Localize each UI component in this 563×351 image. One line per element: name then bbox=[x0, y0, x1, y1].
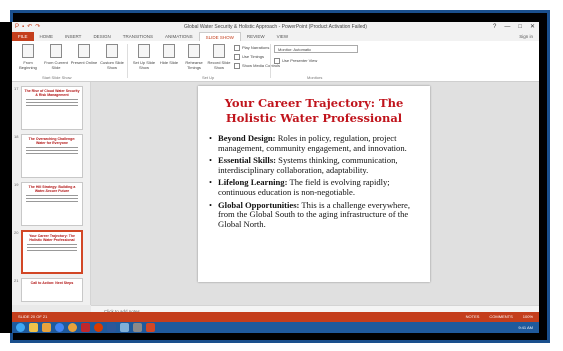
tab-file[interactable]: FILE bbox=[12, 32, 34, 41]
slide-thumbnail-pane: 17 The Rise of Cloud Water Security & Ri… bbox=[12, 82, 91, 305]
tab-animations[interactable]: ANIMATIONS bbox=[159, 32, 199, 41]
taskbar-icons bbox=[12, 322, 155, 332]
custom-show-icon bbox=[106, 44, 118, 58]
tab-review[interactable]: REVIEW bbox=[241, 32, 271, 41]
group-start-slide-show: Start Slide Show bbox=[42, 75, 72, 80]
app-icon[interactable] bbox=[94, 323, 103, 332]
slide-editing-area: Your Career Trajectory: The Holistic Wat… bbox=[91, 82, 539, 305]
word-icon[interactable] bbox=[107, 323, 116, 332]
present-online-button[interactable]: Present Online bbox=[70, 44, 98, 65]
tab-slide-show[interactable]: SLIDE SHOW bbox=[198, 32, 241, 41]
zoom-level[interactable]: 100% bbox=[523, 312, 533, 322]
slide-thumbnail[interactable]: The Hill Strategy: Building a Water-Secu… bbox=[21, 182, 83, 226]
title-bar: P ▪ ↶ ↷ Global Water Security & Holistic… bbox=[12, 22, 539, 32]
tab-view[interactable]: VIEW bbox=[271, 32, 295, 41]
tab-home[interactable]: HOME bbox=[34, 32, 60, 41]
bullet-item: Beyond Design: Roles in policy, regulati… bbox=[206, 133, 424, 153]
slide-thumbnail[interactable]: The Rise of Cloud Water Security & Risk … bbox=[21, 86, 83, 130]
powerpoint-taskbar-icon[interactable] bbox=[146, 323, 155, 332]
powerpoint-window: P ▪ ↶ ↷ Global Water Security & Holistic… bbox=[12, 22, 539, 322]
bullet-item: Global Opportunities: This is a challeng… bbox=[206, 200, 424, 230]
thumbnail-row[interactable]: 17 The Rise of Cloud Water Security & Ri… bbox=[14, 86, 88, 132]
timer-icon bbox=[188, 44, 200, 58]
status-bar: SLIDE 20 OF 21 NOTES COMMENTS 100% bbox=[12, 312, 539, 322]
bullet-item: Essential Skills: Systems thinking, comm… bbox=[206, 155, 424, 175]
sign-in-link[interactable]: Sign in bbox=[513, 32, 539, 41]
help-icon[interactable]: ? bbox=[493, 22, 496, 32]
custom-slide-show-button[interactable]: Custom Slide Show bbox=[98, 44, 126, 70]
setup-icon bbox=[138, 44, 150, 58]
ribbon-tabs: FILE HOME INSERT DESIGN TRANSITIONS ANIM… bbox=[12, 32, 539, 41]
bullet-item: Lifelong Learning: The field is evolving… bbox=[206, 178, 424, 197]
minimize-icon[interactable]: — bbox=[504, 22, 510, 32]
group-monitors: Monitors bbox=[307, 75, 323, 80]
thumbnail-row-selected[interactable]: 20 Your Career Trajectory: The Holistic … bbox=[14, 230, 88, 276]
from-current-slide-button[interactable]: From Current Slide bbox=[42, 44, 70, 70]
clock[interactable]: 9:41 AM bbox=[518, 322, 533, 333]
slide-counter: SLIDE 20 OF 21 bbox=[18, 314, 48, 319]
monitor-select[interactable]: Monitor: Automatic bbox=[274, 45, 358, 53]
notes-toggle[interactable]: NOTES bbox=[466, 312, 480, 322]
tab-transitions[interactable]: TRANSITIONS bbox=[117, 32, 159, 41]
hide-slide-button[interactable]: Hide Slide bbox=[155, 44, 183, 65]
tab-insert[interactable]: INSERT bbox=[59, 32, 87, 41]
window-controls: ? — □ ✕ bbox=[493, 22, 535, 32]
file-explorer-icon[interactable] bbox=[29, 323, 38, 332]
rehearse-timings-button[interactable]: Rehearse Timings bbox=[180, 44, 208, 70]
system-tray: 9:41 AM bbox=[518, 322, 533, 333]
tools-icon[interactable] bbox=[133, 323, 142, 332]
bullet-list[interactable]: Beyond Design: Roles in policy, regulati… bbox=[206, 133, 424, 232]
record-icon bbox=[213, 44, 225, 58]
slideshow-current-icon bbox=[50, 44, 62, 58]
chrome-icon[interactable] bbox=[55, 323, 64, 332]
start-icon[interactable] bbox=[16, 323, 25, 332]
hide-slide-icon bbox=[163, 44, 175, 58]
windows-taskbar: 9:41 AM bbox=[12, 322, 539, 333]
ribbon-slide-show: From Beginning From Current Slide Presen… bbox=[12, 41, 539, 82]
close-icon[interactable]: ✕ bbox=[530, 22, 535, 32]
acrobat-icon[interactable] bbox=[81, 323, 90, 332]
media-icon[interactable] bbox=[120, 323, 129, 332]
set-up-slide-show-button[interactable]: Set Up Slide Show bbox=[130, 44, 158, 70]
slide-canvas[interactable]: Your Career Trajectory: The Holistic Wat… bbox=[198, 86, 430, 282]
present-online-icon bbox=[78, 44, 90, 58]
tab-design[interactable]: DESIGN bbox=[87, 32, 116, 41]
folder-icon[interactable] bbox=[42, 323, 51, 332]
slide-title[interactable]: Your Career Trajectory: The Holistic Wat… bbox=[204, 96, 424, 126]
status-controls: NOTES COMMENTS 100% bbox=[466, 312, 533, 322]
record-slide-show-button[interactable]: Record Slide Show bbox=[205, 44, 233, 70]
group-set-up: Set Up bbox=[202, 75, 215, 80]
from-beginning-button[interactable]: From Beginning bbox=[14, 44, 42, 70]
left-edge bbox=[0, 22, 12, 333]
slide-thumbnail[interactable]: Call to Action: Next Steps bbox=[21, 278, 83, 302]
slide-thumbnail[interactable]: The Overarching Challenge: Water for Eve… bbox=[21, 134, 83, 178]
ribbon-separator bbox=[270, 44, 271, 78]
play-narrations-checkbox[interactable]: Play Narrations bbox=[234, 45, 269, 51]
use-timings-checkbox[interactable]: Use Timings bbox=[234, 54, 264, 60]
thumbnail-row[interactable]: 18 The Overarching Challenge: Water for … bbox=[14, 134, 88, 180]
window-title: Global Water Security & Holistic Approac… bbox=[184, 24, 367, 30]
firefox-icon[interactable] bbox=[68, 323, 77, 332]
thumbnail-row[interactable]: 19 The Hill Strategy: Building a Water-S… bbox=[14, 182, 88, 228]
presenter-view-checkbox[interactable]: Use Presenter View bbox=[274, 58, 317, 64]
maximize-icon[interactable]: □ bbox=[518, 22, 522, 32]
comments-toggle[interactable]: COMMENTS bbox=[489, 312, 512, 322]
ribbon-separator bbox=[127, 44, 128, 78]
slide-thumbnail-selected[interactable]: Your Career Trajectory: The Holistic Wat… bbox=[21, 230, 83, 274]
slideshow-start-icon bbox=[22, 44, 34, 58]
